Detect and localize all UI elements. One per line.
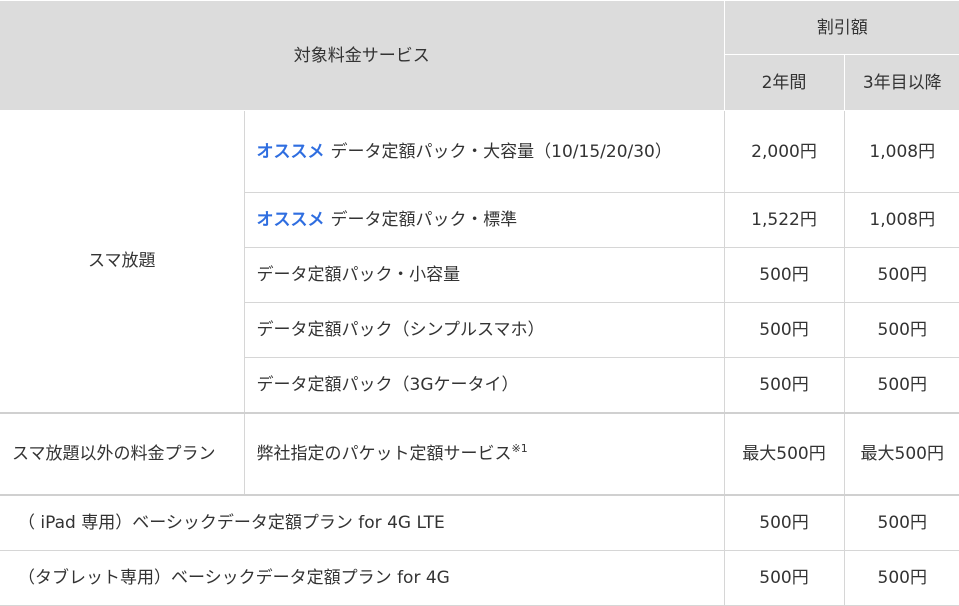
- recommend-badge: オススメ: [256, 210, 325, 230]
- group-label-other: スマ放題以外の料金プラン: [0, 411, 245, 495]
- recommend-badge: オススメ: [256, 141, 325, 162]
- discount-year2: 最大500円: [723, 411, 845, 495]
- discount-year3: 1,008円: [843, 110, 959, 193]
- discount-year3: 500円: [843, 247, 959, 303]
- service-name: データ定額パック（3Gケータイ）: [243, 357, 725, 413]
- footnote-mark: ※1: [511, 441, 528, 455]
- service-name: データ定額パック（シンプルスマホ）: [243, 302, 725, 358]
- service-name: （タブレット専用）ベーシックデータ定額プラン for 4G: [0, 550, 725, 606]
- service-cell: 弊社指定のパケット定額サービス※1: [243, 411, 725, 495]
- discount-year3: 500円: [843, 302, 959, 358]
- discount-year2: 500円: [723, 493, 845, 551]
- group-label-sumahodai: スマ放題: [0, 110, 245, 413]
- discount-year2: 1,522円: [723, 192, 845, 248]
- discount-table: 対象料金サービス 割引額 2年間 3年目以降 スマ放題 オススメ データ定額パック…: [0, 0, 959, 606]
- table-row: （ iPad 専用）ベーシックデータ定額プラン for 4G LTE 500円 …: [0, 493, 959, 551]
- discount-year3: 500円: [843, 357, 959, 413]
- header-year2: 2年間: [723, 54, 845, 111]
- table-row: スマ放題 オススメ データ定額パック・大容量（10/15/20/30） 2,000…: [0, 110, 959, 413]
- service-cell: オススメ データ定額パック・標準: [243, 192, 725, 248]
- service-name: データ定額パック・小容量: [243, 247, 725, 303]
- discount-year3: 最大500円: [843, 411, 959, 495]
- discount-year2: 2,000円: [723, 110, 845, 193]
- service-name: データ定額パック・標準: [330, 210, 518, 230]
- table-row: スマ放題以外の料金プラン 弊社指定のパケット定額サービス※1 最大500円 最大…: [0, 411, 959, 495]
- discount-year3: 500円: [843, 493, 959, 551]
- discount-year2: 500円: [723, 357, 845, 413]
- header-discount: 割引額: [723, 0, 959, 55]
- table-row: （タブレット専用）ベーシックデータ定額プラン for 4G 500円 500円: [0, 550, 959, 606]
- discount-year2: 500円: [723, 550, 845, 606]
- header-year3: 3年目以降: [843, 54, 959, 111]
- service-name: 弊社指定のパケット定額サービス: [256, 443, 512, 464]
- discount-year3: 1,008円: [843, 192, 959, 248]
- discount-year2: 500円: [723, 302, 845, 358]
- service-name: データ定額パック・大容量（10/15/20/30）: [330, 141, 672, 162]
- service-name: （ iPad 専用）ベーシックデータ定額プラン for 4G LTE: [0, 493, 725, 551]
- discount-year2: 500円: [723, 247, 845, 303]
- header-target-service: 対象料金サービス: [0, 0, 725, 111]
- discount-year3: 500円: [843, 550, 959, 606]
- service-cell: オススメ データ定額パック・大容量（10/15/20/30）: [243, 110, 725, 193]
